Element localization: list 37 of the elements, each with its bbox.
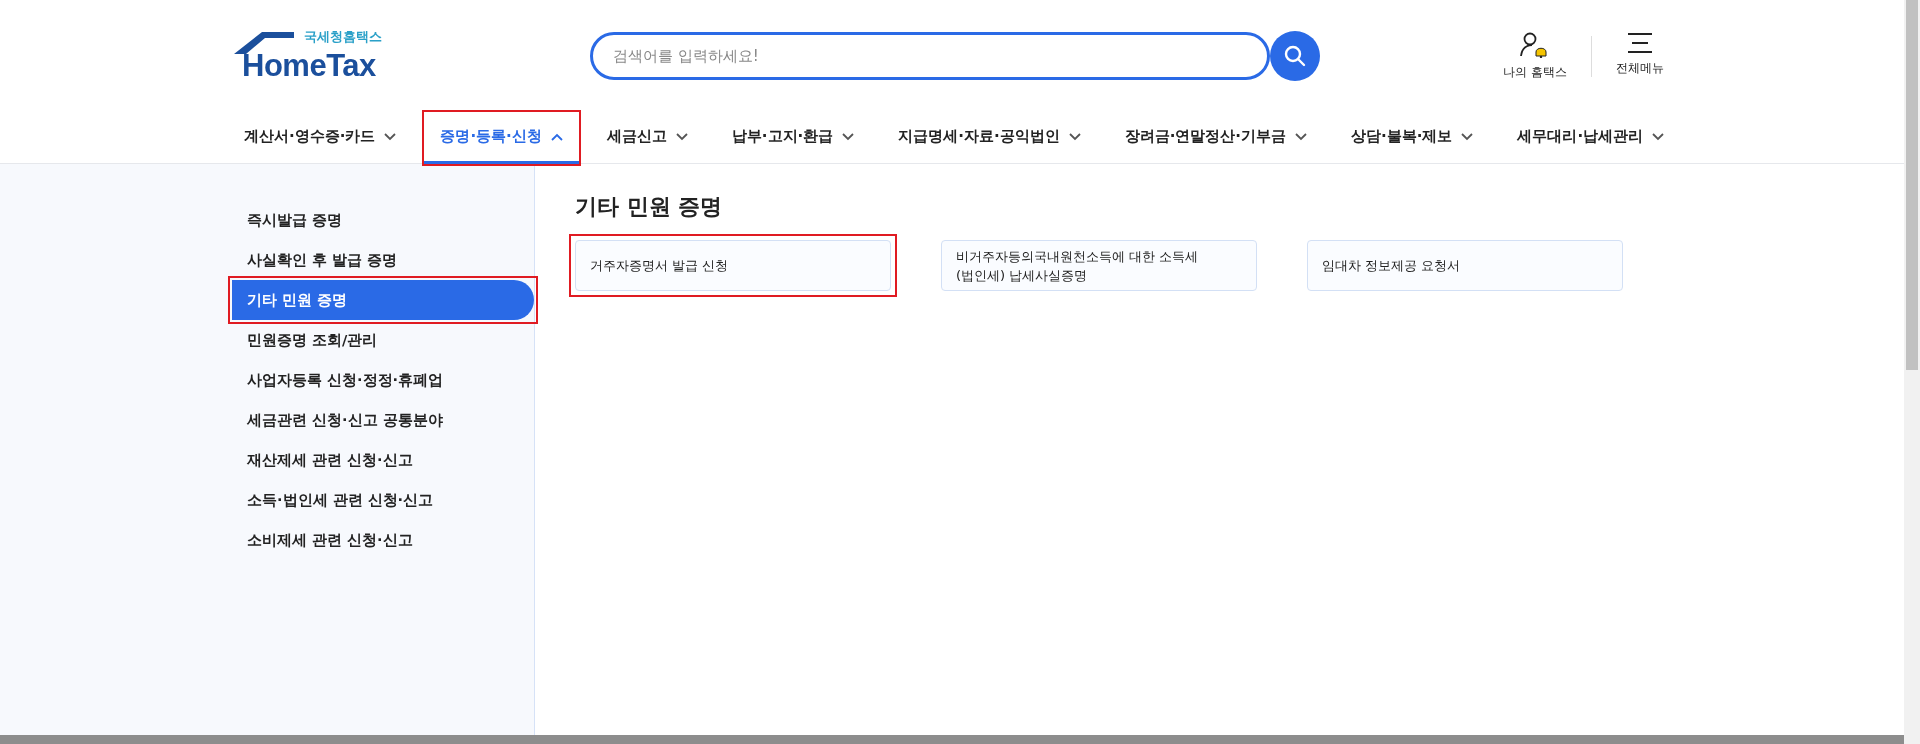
- sidebar-item[interactable]: 사업자등록 신청·정정·휴폐업: [232, 360, 534, 400]
- search-icon: [1283, 44, 1307, 68]
- chevron-down-icon: [1652, 132, 1665, 141]
- my-hometax-button[interactable]: 나의 홈택스: [1485, 31, 1585, 81]
- sidebar-item[interactable]: 즉시발급 증명: [232, 200, 534, 240]
- sidebar-item[interactable]: 소비제세 관련 신청·신고: [232, 520, 534, 560]
- chevron-down-icon: [1068, 132, 1081, 141]
- nav-tab[interactable]: 상담·불복·제보: [1335, 112, 1490, 164]
- service-card[interactable]: 임대차 정보제공 요청서: [1307, 240, 1623, 291]
- search-button[interactable]: [1270, 31, 1320, 81]
- full-menu-button[interactable]: 전체메뉴: [1598, 31, 1682, 81]
- search-field[interactable]: 검색어를 입력하세요!: [590, 32, 1270, 80]
- menu-icon: [1627, 31, 1653, 54]
- sidebar-item[interactable]: 세금관련 신청·신고 공통분야: [232, 400, 534, 440]
- chevron-down-icon: [384, 132, 397, 141]
- sidebar-item[interactable]: 기타 민원 증명: [232, 280, 534, 320]
- sidebar-item[interactable]: 민원증명 조회/관리: [232, 320, 534, 360]
- chevron-down-icon: [1461, 132, 1474, 141]
- logo-caption: 국세청홈택스: [304, 28, 382, 46]
- sidebar-item[interactable]: 재산제세 관련 신청·신고: [232, 440, 534, 480]
- sidebar-item[interactable]: 소득·법인세 관련 신청·신고: [232, 480, 534, 520]
- nav-tab[interactable]: 납부·고지·환급: [715, 112, 871, 164]
- section-title: 기타 민원 증명: [575, 193, 724, 221]
- nav-tab[interactable]: 세금신고: [590, 112, 704, 164]
- sidebar-item[interactable]: 사실확인 후 발급 증명: [232, 240, 534, 280]
- chevron-down-icon: [675, 132, 688, 141]
- service-card[interactable]: 거주자증명서 발급 신청: [575, 240, 891, 291]
- chevron-down-icon: [1295, 132, 1308, 141]
- logo-wordmark: HomeTax: [242, 48, 376, 84]
- chevron-up-icon: [550, 132, 563, 141]
- nav-tab[interactable]: 세무대리·납세관리: [1501, 112, 1681, 164]
- scrollbar[interactable]: [1904, 0, 1920, 744]
- nav-tab[interactable]: 장려금·연말정산·기부금: [1108, 112, 1324, 164]
- service-card[interactable]: 비거주자등의국내원천소득에 대한 소득세 (법인세) 납세사실증명: [941, 240, 1257, 291]
- nav-tab[interactable]: 계산서·영수증·카드: [228, 112, 413, 164]
- chevron-down-icon: [842, 132, 855, 141]
- nav-tab[interactable]: 지급명세·자료·공익법인: [882, 112, 1097, 164]
